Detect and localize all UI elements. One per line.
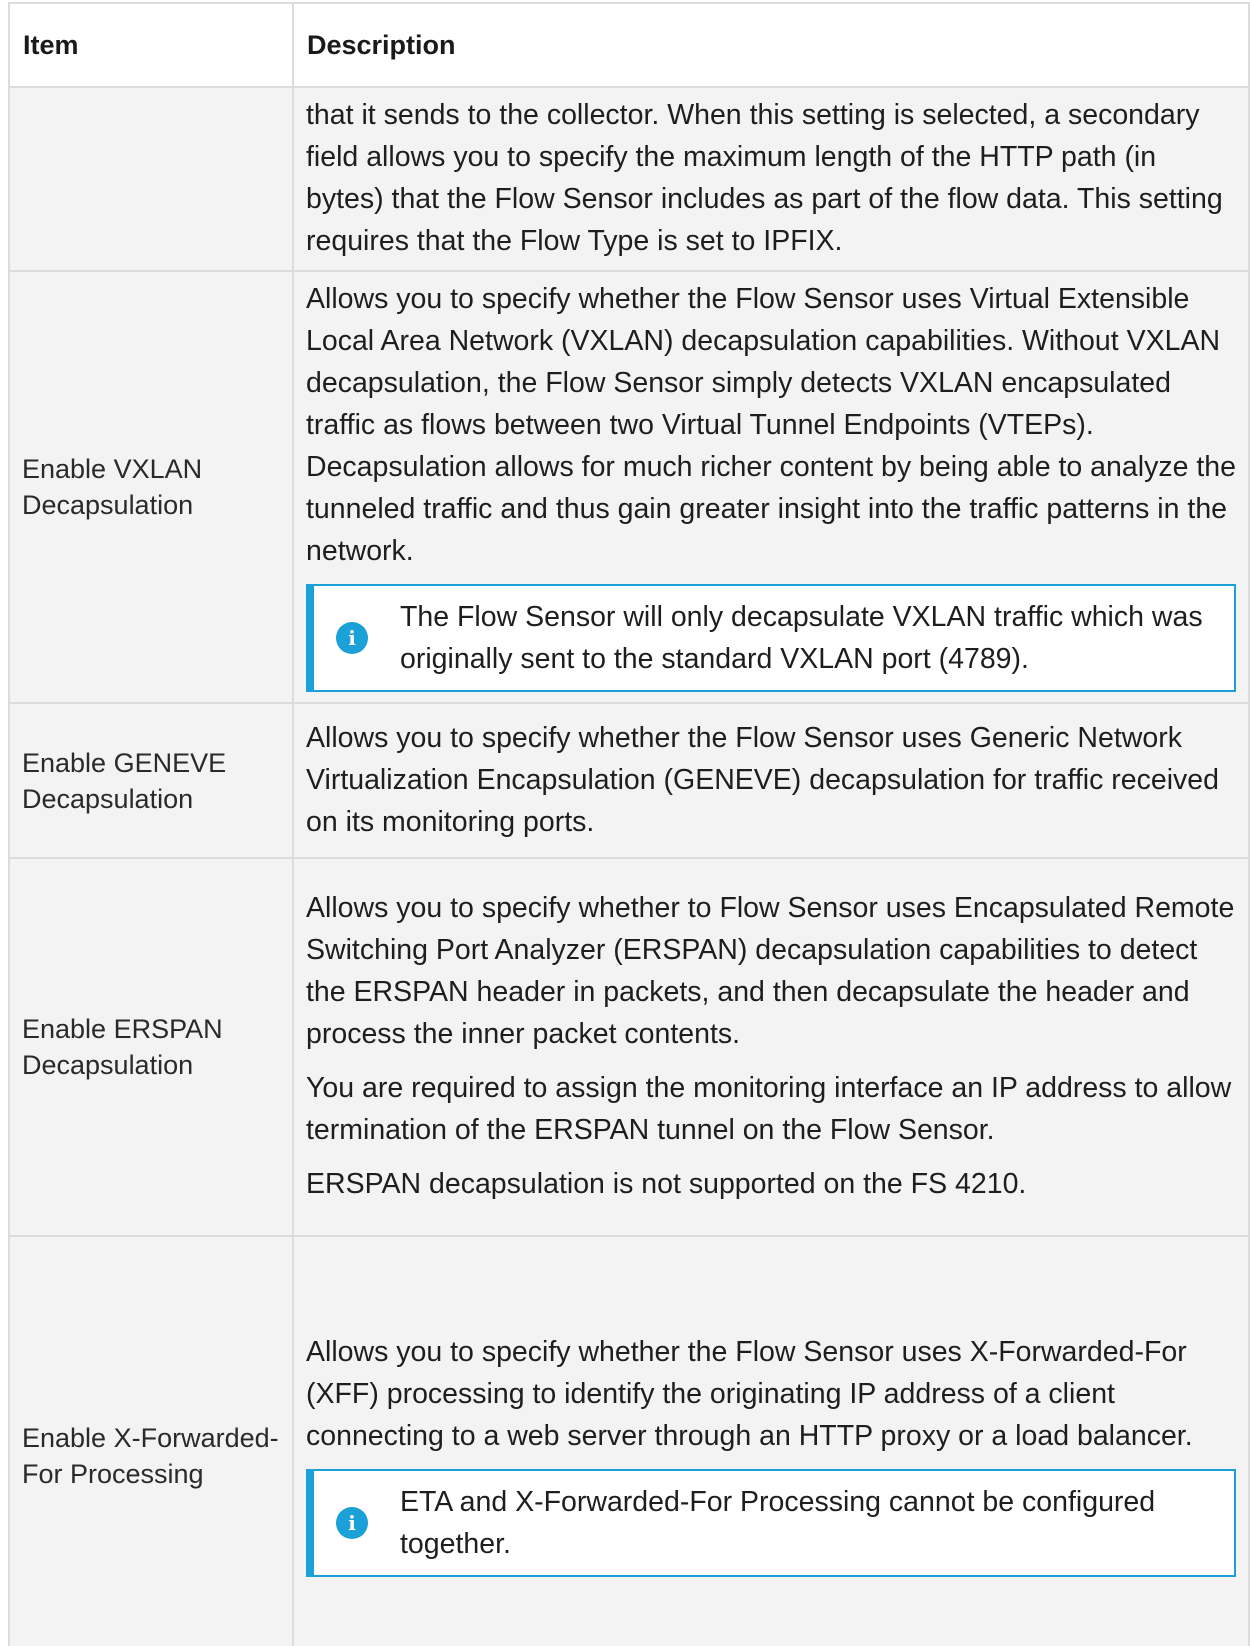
description-cell: Allows you to specify whether the Flow S… xyxy=(292,702,1250,859)
table-header-row: Item Description xyxy=(8,2,1250,88)
document-page: Item Description that it sends to the co… xyxy=(0,0,1250,1646)
description-paragraph: Allows you to specify whether the Flow S… xyxy=(306,721,1220,838)
description-paragraph: Allows you to specify whether the Flow S… xyxy=(306,283,1236,567)
description-cell: that it sends to the collector. When thi… xyxy=(292,86,1250,272)
item-cell: Enable X-Forwarded-For Processing xyxy=(8,1235,294,1646)
item-cell: Enable ERSPAN Decapsulation xyxy=(8,857,294,1237)
item-cell: Enable GENEVE Decapsulation xyxy=(8,702,294,859)
note-text: ETA and X-Forwarded-For Processing canno… xyxy=(400,1486,1156,1560)
table-row: Enable GENEVE Decapsulation Allows you t… xyxy=(8,702,1250,859)
info-icon: i xyxy=(336,622,368,654)
description-paragraph: Allows you to specify whether the Flow S… xyxy=(306,1336,1193,1452)
table-row: Enable ERSPAN Decapsulation Allows you t… xyxy=(8,857,1250,1237)
table-row: Enable X-Forwarded-For Processing Allows… xyxy=(8,1235,1250,1646)
table-row: that it sends to the collector. When thi… xyxy=(8,86,1250,272)
column-header-item: Item xyxy=(8,2,294,88)
description-paragraph: that it sends to the collector. When thi… xyxy=(306,99,1223,257)
item-cell xyxy=(8,86,294,272)
settings-table: Item Description that it sends to the co… xyxy=(8,2,1250,1646)
info-note: i The Flow Sensor will only decapsulate … xyxy=(306,584,1236,692)
description-paragraph: You are required to assign the monitorin… xyxy=(306,1072,1232,1146)
description-cell: Allows you to specify whether the Flow S… xyxy=(292,1235,1250,1646)
column-header-description: Description xyxy=(292,2,1250,88)
table-row: Enable VXLAN Decapsulation Allows you to… xyxy=(8,270,1250,704)
item-cell: Enable VXLAN Decapsulation xyxy=(8,270,294,704)
description-paragraph: ERSPAN decapsulation is not supported on… xyxy=(306,1168,1027,1200)
info-icon: i xyxy=(336,1507,368,1539)
description-cell: Allows you to specify whether to Flow Se… xyxy=(292,857,1250,1237)
note-text: The Flow Sensor will only decapsulate VX… xyxy=(400,601,1203,675)
description-cell: Allows you to specify whether the Flow S… xyxy=(292,270,1250,704)
description-paragraph: Allows you to specify whether to Flow Se… xyxy=(306,892,1235,1050)
info-note: i ETA and X-Forwarded-For Processing can… xyxy=(306,1469,1236,1577)
